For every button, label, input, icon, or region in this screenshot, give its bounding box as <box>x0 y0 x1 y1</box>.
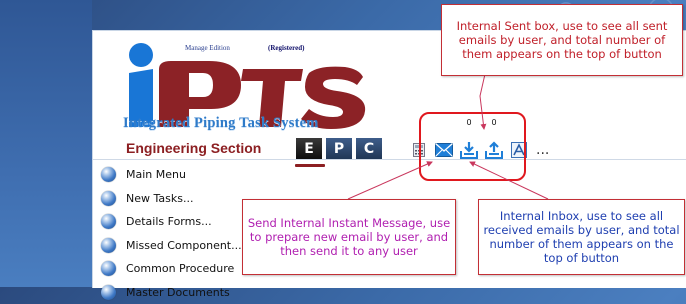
menu-item-common-procedure[interactable]: Common Procedure <box>101 257 242 281</box>
c-button[interactable]: C <box>356 138 382 160</box>
more-tools[interactable]: ... <box>536 142 549 158</box>
menu-item-label: Master Documents <box>126 286 230 299</box>
message-callout: Send Internal Instant Message, use to pr… <box>242 199 456 275</box>
orb-icon <box>101 285 116 300</box>
menu-item-master-documents[interactable]: Master Documents <box>101 281 242 304</box>
edition-label: Manage Edition <box>185 44 230 52</box>
orb-icon <box>101 214 116 229</box>
divider <box>93 159 686 160</box>
orb-icon <box>101 261 116 276</box>
toolbar-highlight <box>419 112 526 181</box>
epc-switcher: E P C <box>296 138 382 160</box>
section-title: Engineering Section <box>126 140 261 156</box>
app-subtitle: Integrated Piping Task System <box>123 115 319 132</box>
p-button[interactable]: P <box>326 138 352 160</box>
menu-item-label: Common Procedure <box>126 262 234 275</box>
epc-active-indicator <box>295 164 325 167</box>
main-menu: Main Menu New Tasks... Details Forms... … <box>101 163 242 304</box>
menu-item-new-tasks[interactable]: New Tasks... <box>101 187 242 211</box>
menu-item-details-forms[interactable]: Details Forms... <box>101 210 242 234</box>
menu-item-label: New Tasks... <box>126 192 193 205</box>
e-button[interactable]: E <box>296 138 322 160</box>
background-strip <box>0 0 92 287</box>
message-callout-text: Send Internal Instant Message, use to pr… <box>243 216 455 258</box>
menu-item-main-menu[interactable]: Main Menu <box>101 163 242 187</box>
sent-box-callout-text: Internal Sent box, use to see all sent e… <box>442 19 682 61</box>
sent-box-callout: Internal Sent box, use to see all sent e… <box>441 4 683 76</box>
menu-item-label: Missed Component... <box>126 239 242 252</box>
menu-item-missed-component[interactable]: Missed Component... <box>101 234 242 258</box>
registered-label: (Registered) <box>268 44 304 52</box>
orb-icon <box>101 167 116 182</box>
menu-item-label: Details Forms... <box>126 215 212 228</box>
orb-icon <box>101 238 116 253</box>
orb-icon <box>101 191 116 206</box>
inbox-callout: Internal Inbox, use to see all received … <box>478 199 685 275</box>
menu-item-label: Main Menu <box>126 168 186 181</box>
inbox-callout-text: Internal Inbox, use to see all received … <box>479 209 684 265</box>
